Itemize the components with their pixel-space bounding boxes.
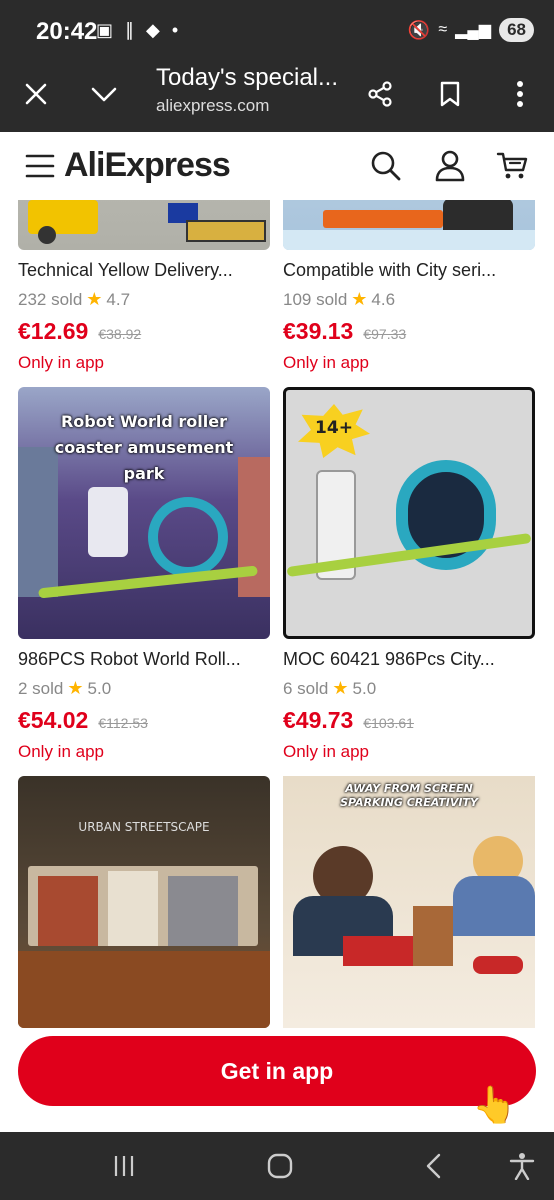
sold-count: 232 sold (18, 289, 83, 309)
home-button[interactable] (260, 1146, 300, 1186)
user-icon (435, 150, 465, 182)
product-card[interactable]: Robot World roller coaster amusement par… (18, 387, 270, 762)
bookmark-icon (440, 81, 460, 107)
product-image[interactable]: URBAN STREETSCAPE (18, 776, 270, 1028)
star-icon: ★ (86, 289, 103, 309)
product-card[interactable]: Compatible with City seri... 109 sold ★ … (283, 200, 535, 373)
sold-count: 2 sold (18, 678, 64, 698)
product-image[interactable] (18, 200, 270, 250)
status-bar: 20:42 ▣ ∥ ◆ • 🔇 ≈ ▂▄▆ 68 (0, 0, 554, 58)
sold-count: 6 sold (283, 678, 329, 698)
product-title[interactable]: 986PCS Robot World Roll... (18, 649, 270, 670)
aliexpress-logo[interactable]: AliExpress (64, 146, 231, 185)
get-in-app-button[interactable]: Get in app (18, 1036, 536, 1106)
account-button[interactable] (430, 146, 470, 186)
cart-button[interactable] (492, 146, 532, 186)
chevron-down-icon (91, 87, 117, 102)
battery-indicator: 68 (499, 18, 534, 42)
product-grid: Technical Yellow Delivery... 232 sold ★ … (0, 200, 554, 1030)
home-icon (267, 1153, 293, 1179)
menu-button[interactable] (20, 146, 60, 186)
more-vertical-icon (517, 81, 523, 107)
page-url: aliexpress.com (156, 96, 270, 115)
cube-app-icon: ◆ (146, 20, 160, 40)
original-price: €97.33 (363, 326, 407, 342)
app-only-badge: Only in app (18, 742, 104, 761)
dot-icon: • (171, 20, 179, 40)
site-header: AliExpress (0, 132, 554, 200)
original-price: €112.53 (98, 715, 148, 731)
product-meta: 6 sold ★ 5.0 (283, 678, 535, 699)
star-icon: ★ (332, 678, 349, 698)
age-badge: 14+ (315, 418, 353, 438)
product-price: €39.13 €97.33 (283, 318, 535, 345)
image-caption: AWAY FROM SCREEN SPARKING CREATIVITY (340, 782, 478, 809)
product-image[interactable]: AWAY FROM SCREEN SPARKING CREATIVITY (283, 776, 535, 1028)
back-button[interactable] (414, 1146, 454, 1186)
status-notification-icons: ▣ ∥ ◆ • (96, 20, 178, 41)
star-icon: ★ (351, 289, 368, 309)
back-icon (426, 1153, 441, 1179)
mute-icon: 🔇 (407, 19, 431, 40)
image-caption: Robot World roller coaster amusement par… (54, 412, 234, 483)
current-price: €49.73 (283, 707, 354, 733)
rating: 5.0 (87, 678, 112, 698)
status-system-icons: 🔇 ≈ ▂▄▆ 68 (408, 18, 534, 42)
close-icon (25, 83, 47, 105)
app-only-badge: Only in app (18, 353, 104, 372)
product-title[interactable]: Compatible with City seri... (283, 260, 535, 281)
current-price: €12.69 (18, 318, 89, 344)
cell-signal-icon: ▂▄▆ (455, 22, 492, 39)
current-price: €39.13 (283, 318, 354, 344)
product-card[interactable]: URBAN STREETSCAPE (18, 776, 270, 1028)
rating: 5.0 (352, 678, 377, 698)
recent-apps-button[interactable] (104, 1146, 144, 1186)
page-title: Today's special... (156, 64, 339, 91)
close-tab-button[interactable] (14, 72, 58, 116)
accessibility-icon (509, 1153, 535, 1180)
app-only-badge: Only in app (283, 742, 369, 761)
status-time: 20:42 (36, 18, 98, 45)
current-price: €54.02 (18, 707, 89, 733)
more-options-button[interactable] (498, 72, 542, 116)
product-card[interactable]: 14+ MOC 60421 986Pcs City... 6 sold ★ 5.… (283, 387, 535, 762)
product-image[interactable] (283, 200, 535, 250)
sold-count: 109 sold (283, 289, 348, 309)
search-icon (371, 151, 401, 181)
rating: 4.7 (106, 289, 131, 309)
recent-apps-icon (114, 1156, 134, 1176)
bookmark-button[interactable] (428, 72, 472, 116)
product-price: €49.73 €103.61 (283, 707, 535, 734)
app-only-badge: Only in app (283, 353, 369, 372)
browser-toolbar: Today's special... aliexpress.com (0, 58, 554, 132)
image-caption: URBAN STREETSCAPE (78, 820, 210, 834)
product-meta: 2 sold ★ 5.0 (18, 678, 270, 699)
system-navigation-bar (0, 1132, 554, 1200)
product-title[interactable]: Technical Yellow Delivery... (18, 260, 270, 281)
rating: 4.6 (371, 289, 396, 309)
screenshot-icon: ▣ (96, 20, 114, 40)
star-icon: ★ (67, 678, 84, 698)
product-price: €54.02 €112.53 (18, 707, 270, 734)
product-price: €12.69 €38.92 (18, 318, 270, 345)
hamburger-icon (25, 154, 55, 178)
signal-app-icon: ∥ (125, 20, 135, 40)
search-button[interactable] (366, 146, 406, 186)
product-card[interactable]: Technical Yellow Delivery... 232 sold ★ … (18, 200, 270, 373)
share-button[interactable] (358, 72, 402, 116)
product-image[interactable]: Robot World roller coaster amusement par… (18, 387, 270, 639)
product-card[interactable]: AWAY FROM SCREEN SPARKING CREATIVITY (283, 776, 535, 1028)
product-title[interactable]: MOC 60421 986Pcs City... (283, 649, 535, 670)
product-meta: 109 sold ★ 4.6 (283, 289, 535, 310)
original-price: €38.92 (98, 326, 142, 342)
share-icon (368, 81, 392, 107)
pointing-hand-icon: 👆 (472, 1084, 517, 1125)
product-image[interactable]: 14+ (283, 387, 535, 639)
cart-icon (496, 152, 528, 179)
product-meta: 232 sold ★ 4.7 (18, 289, 270, 310)
accessibility-button[interactable] (502, 1146, 542, 1186)
original-price: €103.61 (363, 715, 414, 731)
wifi-icon: ≈ (438, 21, 448, 38)
minimize-button[interactable] (82, 72, 126, 116)
